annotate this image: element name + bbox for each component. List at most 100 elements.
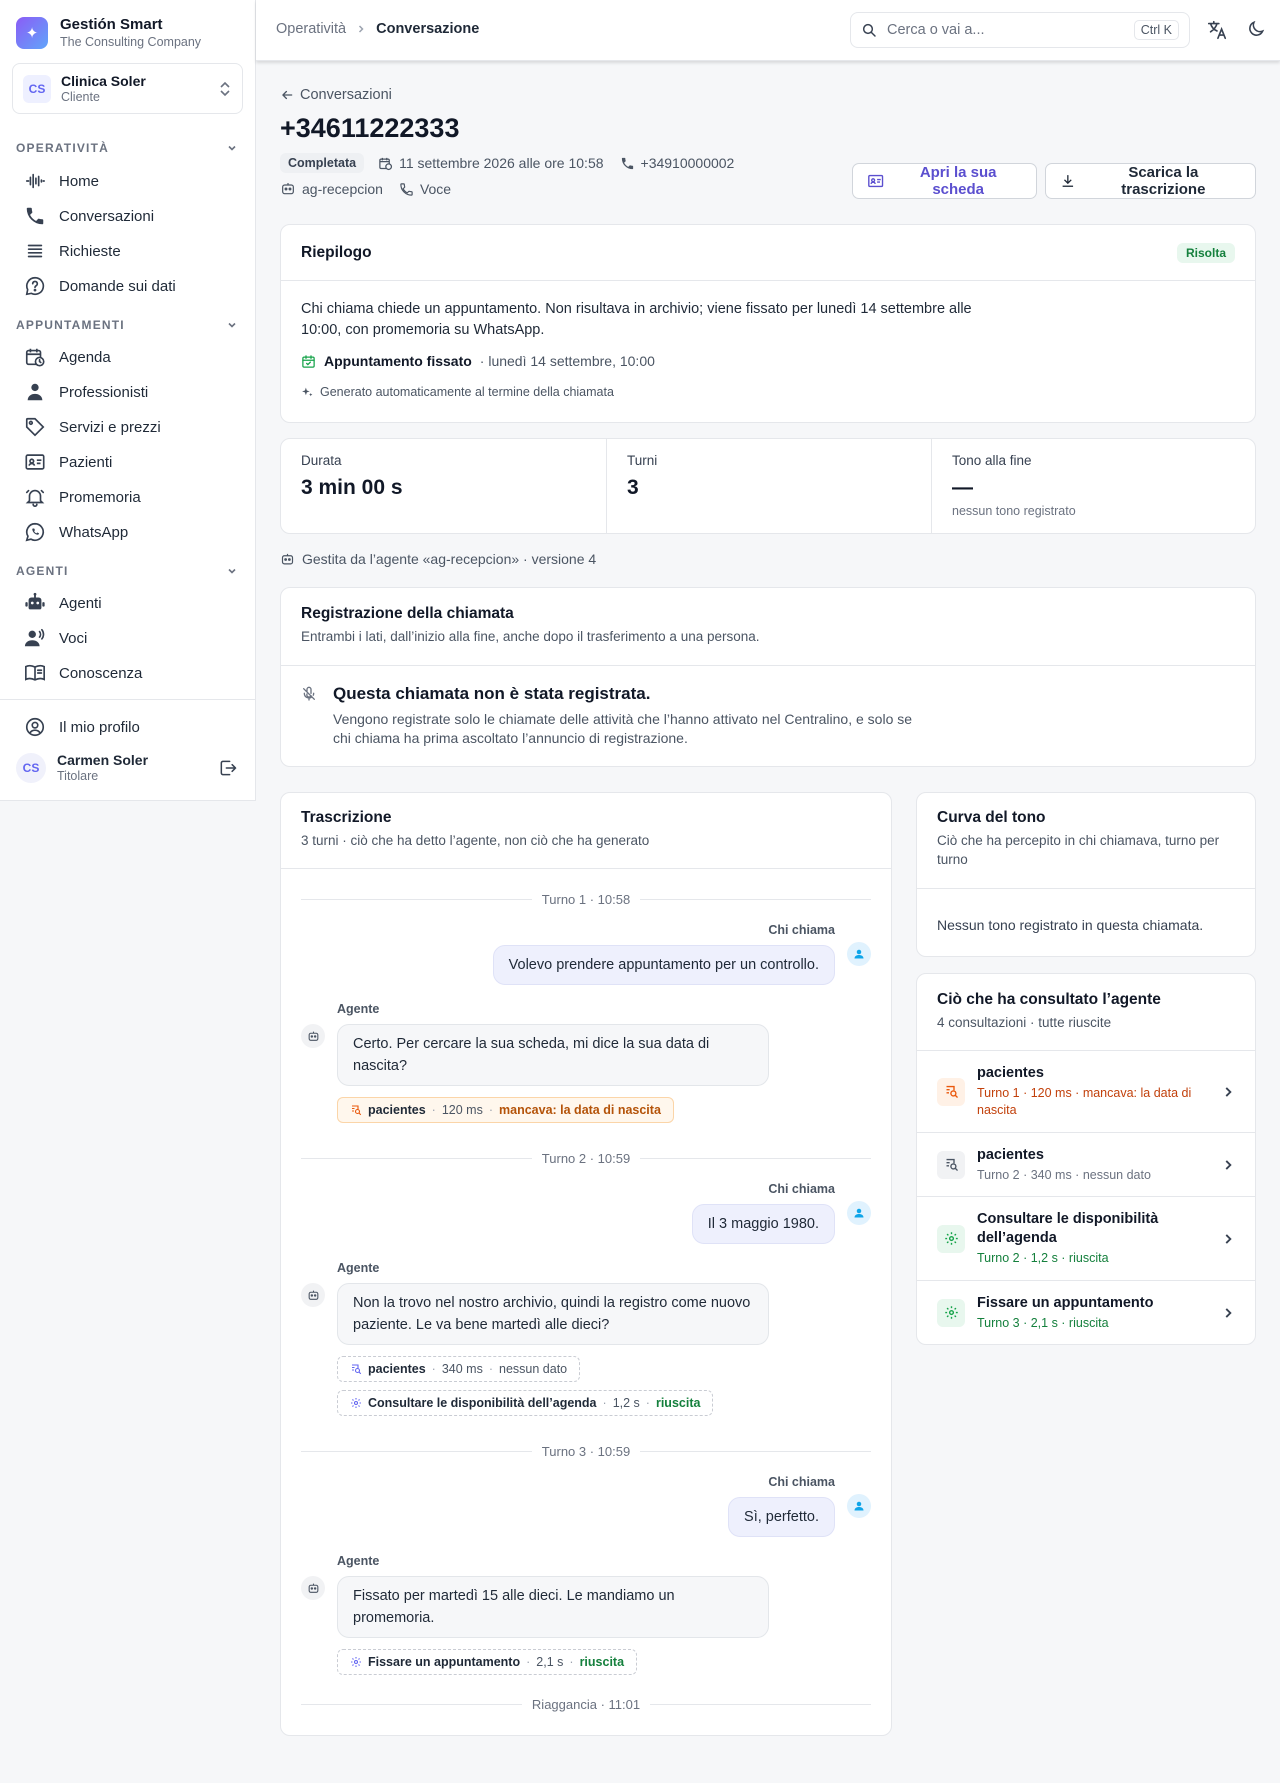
waveform-icon (25, 173, 45, 189)
brand[interactable]: ✦ Gestión Smart The Consulting Company (16, 16, 201, 49)
whatsapp-icon (25, 522, 45, 542)
sidebar-item-home[interactable]: Home (24, 169, 99, 193)
appointment-outcome: Appuntamento fissato · lunedì 14 settemb… (301, 353, 655, 369)
sidebar-item-promemoria[interactable]: Promemoria (24, 485, 141, 509)
tool-call-chip[interactable]: Consultare le disponibilità dell’agenda ·… (337, 1390, 714, 1416)
tool-call-chip[interactable]: Fissare un appuntamento · 2,1 s · riuscita (337, 1649, 638, 1675)
chevron-right-icon (1225, 1307, 1232, 1318)
logout-icon[interactable] (218, 758, 238, 778)
recording-empty-title: Questa chiamata non è stata registrata. (333, 684, 651, 703)
search-record-icon (937, 1077, 965, 1106)
nav-section-agenti[interactable]: AGENTI (16, 564, 238, 578)
meta-row-2: ag-recepcion Voce (280, 181, 451, 197)
turn-label: Turno 1 · 10:58 (541, 892, 631, 907)
agent-label: Agente (337, 1261, 380, 1275)
gear-icon (937, 1224, 965, 1253)
consultation-item[interactable]: pacientes Turno 2 · 340 ms · nessun dato (917, 1132, 1255, 1196)
sidebar-item-voci[interactable]: Voci (24, 626, 87, 650)
gear-icon (351, 1398, 361, 1408)
tool-call-chip[interactable]: pacientes · 120 ms · mancava: la data di n… (337, 1097, 674, 1123)
download-transcript-button[interactable]: Scarica la trascrizione (1045, 163, 1256, 199)
turn-separator: Turno 2 · 10:59 (301, 1151, 871, 1166)
tool-time: 120 ms (441, 1103, 483, 1117)
sidebar: ✦ Gestión Smart The Consulting Company C… (0, 0, 256, 801)
agent-label: Agente (337, 1002, 380, 1016)
sidebar-item-label: Professionisti (59, 383, 149, 401)
consultation-name: pacientes (977, 1146, 1044, 1163)
open-record-button[interactable]: Apri la sua scheda (852, 163, 1037, 199)
sidebar-item-richieste[interactable]: Richieste (24, 239, 121, 263)
search-input[interactable]: Cerca o vai a... Ctrl K (850, 12, 1190, 48)
topbar: Operatività Conversazione Cerca o vai a.… (256, 0, 1280, 61)
moon-icon[interactable] (1246, 19, 1266, 39)
sidebar-item-pazienti[interactable]: Pazienti (24, 450, 112, 474)
tool-result: mancava: la data di nascita (499, 1103, 661, 1117)
sparkle-logo-icon: ✦ (16, 16, 48, 49)
org-avatar: CS (23, 74, 51, 103)
consultation-detail: Turno 2 · 1,2 s · riuscita (977, 1251, 1109, 1265)
page-title: +34611222333 (280, 113, 460, 143)
sidebar-item-servizi-prezzi[interactable]: Servizi e prezzi (24, 415, 161, 439)
chevron-right-icon (359, 25, 364, 33)
consultations-header: Ciò che ha consultato l’agente 4 consult… (917, 974, 1255, 1050)
sidebar-item-whatsapp[interactable]: WhatsApp (24, 520, 128, 544)
org-switcher[interactable]: CS Clinica Soler Cliente (12, 63, 243, 114)
turn-label: Turno 2 · 10:59 (541, 1151, 631, 1166)
resolved-badge: Risolta (1176, 242, 1235, 263)
nav-section-appuntamenti[interactable]: APPUNTAMENTI (16, 318, 238, 332)
tool-call-chip[interactable]: pacientes · 340 ms · nessun dato (337, 1356, 581, 1382)
caller-label: Chi chiama (768, 1182, 835, 1196)
sidebar-item-professionisti[interactable]: Professionisti (24, 380, 148, 404)
consultation-item[interactable]: pacientes Turno 1 · 120 ms · mancava: la… (917, 1050, 1255, 1132)
user-avatar: CS (16, 752, 46, 783)
tone-curve-empty: Nessun tono registrato in questa chiamat… (937, 917, 1204, 933)
agent-avatar-icon (301, 1576, 325, 1600)
my-profile-link[interactable]: Il mio profilo (24, 716, 140, 738)
consultation-item[interactable]: Fissare un appuntamento Turno 3 · 2,1 s … (917, 1280, 1255, 1344)
id-card-icon (25, 454, 45, 470)
meta-row-1: Completata 11 settembre 2026 alle ore 10… (280, 153, 734, 173)
breadcrumb-operativita[interactable]: Operatività (276, 21, 346, 37)
consultation-item[interactable]: Consultare le disponibilità dell’agenda … (917, 1196, 1255, 1280)
turn-separator: Turno 1 · 10:58 (301, 892, 871, 907)
nav-section-title: APPUNTAMENTI (16, 318, 125, 332)
summary-header: Riepilogo Risolta (281, 225, 1255, 281)
sidebar-item-agenda[interactable]: Agenda (24, 345, 111, 369)
chevron-down-icon (228, 145, 236, 151)
stat-value: — (952, 476, 973, 499)
nav-section-operativita[interactable]: OPERATIVITÀ (16, 141, 238, 155)
sidebar-item-conversazioni[interactable]: Conversazioni (24, 204, 154, 228)
sidebar-item-agenti[interactable]: Agenti (24, 591, 102, 615)
summary-title: Riepilogo (301, 243, 372, 261)
sidebar-item-conoscenza[interactable]: Conoscenza (24, 661, 142, 685)
user-name: Carmen Soler (57, 752, 149, 768)
generated-note-text: Generato automaticamente al termine dell… (320, 385, 614, 399)
consultations-card: Ciò che ha consultato l’agente 4 consult… (916, 973, 1256, 1345)
translate-icon[interactable] (1206, 19, 1228, 41)
tone-curve-title: Curva del tono (937, 809, 1046, 826)
robot-icon (282, 183, 294, 195)
appointment-label: Appuntamento fissato (324, 353, 472, 369)
sidebar-footer: Il mio profilo CS Carmen Soler Titolare (0, 699, 256, 801)
transcript-title: Trascrizione (301, 809, 392, 826)
open-record-label: Apri la sua scheda (919, 164, 997, 198)
sidebar-item-domande-dati[interactable]: Domande sui dati (24, 274, 176, 298)
tool-name: pacientes (368, 1362, 426, 1376)
caller-message: Volevo prendere appuntamento per un cont… (492, 945, 835, 985)
line-number: +34910000002 (620, 155, 734, 171)
agent-name: ag-recepcion (302, 181, 383, 197)
search-record-icon (352, 1105, 362, 1116)
datetime-text: 11 settembre 2026 alle ore 10:58 (399, 155, 604, 171)
sidebar-item-label: Richieste (59, 242, 121, 260)
summary-text: Chi chiama chiede un appuntamento. Non r… (301, 301, 972, 338)
voice-person-icon (24, 628, 45, 647)
tool-time: 340 ms (441, 1362, 483, 1376)
nav-section-title: OPERATIVITÀ (16, 141, 109, 155)
tool-name: pacientes (368, 1103, 426, 1117)
back-link[interactable]: Conversazioni (280, 87, 392, 103)
tool-name: Consultare le disponibilità dell’agenda (368, 1396, 597, 1410)
user-card: CS Carmen Soler Titolare (16, 752, 238, 783)
agent-message: Certo. Per cercare la sua scheda, mi dic… (337, 1024, 769, 1086)
stat-label: Tono alla fine (952, 453, 1032, 468)
robot-icon (25, 592, 45, 610)
